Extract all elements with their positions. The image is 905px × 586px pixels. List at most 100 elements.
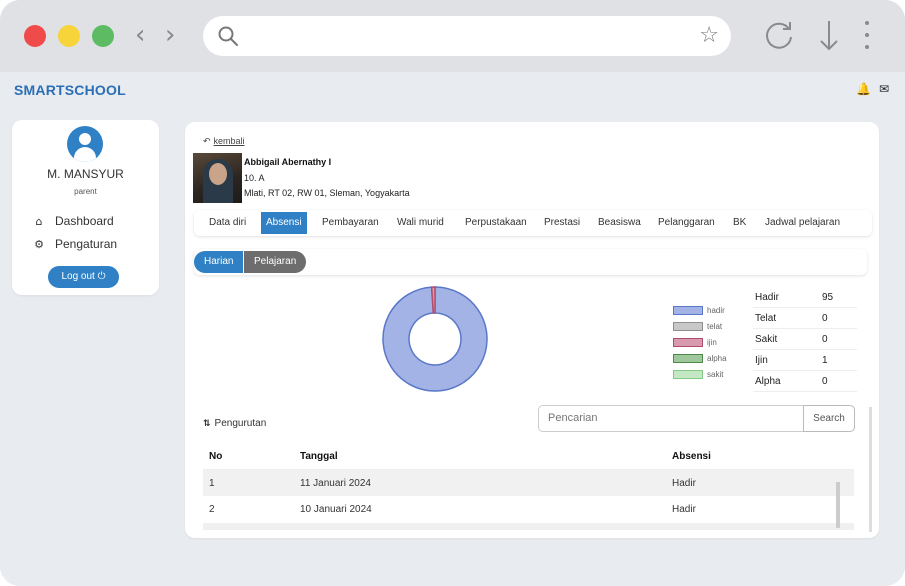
tab-absensi[interactable]: Absensi: [261, 212, 307, 234]
search-icon: [218, 26, 238, 46]
main-panel: ↶ kembali Abbigail Abernathy I 10. A Mlat…: [185, 122, 879, 538]
cell-no: 2: [209, 503, 215, 515]
cell-absensi: Hadir: [672, 503, 696, 515]
legend-swatch: [673, 305, 703, 315]
subtab-harian[interactable]: Harian: [194, 251, 244, 273]
maximize-window-button[interactable]: [92, 25, 114, 47]
legend-label: sakit: [707, 369, 724, 379]
sidebar-item-dashboard[interactable]: ⌂ Dashboard: [32, 214, 114, 228]
subtab-pelajaran[interactable]: Pelajaran: [244, 251, 307, 273]
cell-tanggal: 11 Januari 2024: [300, 477, 371, 489]
legend-swatch: [673, 353, 703, 363]
mail-icon[interactable]: ✉: [879, 82, 889, 96]
table-row[interactable]: 1 11 Januari 2024 Hadir: [203, 470, 854, 496]
forward-arrow-icon[interactable]: ›: [165, 22, 175, 48]
stat-label: Hadir: [755, 291, 779, 303]
tab-wali-murid[interactable]: Wali murid: [392, 212, 449, 234]
power-icon: ⏻: [97, 271, 106, 282]
student-class: 10. A: [244, 173, 265, 183]
cell-absensi: Hadir: [672, 477, 696, 489]
tab-perpustakaan[interactable]: Perpustakaan: [460, 212, 532, 234]
tab-bk[interactable]: BK: [728, 212, 751, 234]
stat-value: 0: [822, 333, 828, 345]
back-link[interactable]: ↶ kembali: [203, 136, 245, 147]
tab-bar: Data diri Absensi Pembayaran Wali murid …: [194, 210, 872, 236]
app-brand[interactable]: SMARTSCHOOL: [14, 82, 126, 98]
top-icons: 🔔 ✉: [848, 82, 889, 96]
cell-tanggal: 10 Januari 2024: [300, 503, 372, 515]
header-absensi[interactable]: Absensi: [672, 451, 852, 462]
minimize-window-button[interactable]: [58, 25, 80, 47]
legend-label: alpha: [707, 353, 727, 363]
user-name: M. MANSYUR: [47, 167, 124, 181]
student-name: Abbigail Abernathy I: [244, 157, 332, 167]
table-header: No Tanggal Absensi: [203, 444, 854, 470]
search-input[interactable]: Pencarian: [538, 405, 804, 432]
logout-label: Log out: [61, 271, 95, 282]
sidebar-item-label: Pengaturan: [55, 237, 118, 251]
stat-row-hadir: Hadir 95: [753, 287, 857, 308]
vertical-scrollbar[interactable]: [869, 407, 872, 532]
settings-icon: ⚙: [34, 237, 44, 251]
legend-item-ijin[interactable]: ijin: [673, 334, 727, 350]
search-button[interactable]: Search: [803, 405, 855, 432]
browser-window: ‹ › ☆ SMARTSCHOOL 🔔 ✉ M. MANSYUR parent …: [0, 0, 905, 586]
sidebar-item-label: Dashboard: [55, 214, 114, 228]
horizontal-scrollbar[interactable]: [203, 523, 854, 530]
legend-swatch: [673, 337, 703, 347]
header-tanggal[interactable]: Tanggal: [300, 451, 672, 462]
app-page: SMARTSCHOOL 🔔 ✉ M. MANSYUR parent ⌂ Dashb…: [0, 72, 905, 586]
bookmark-star-icon[interactable]: ☆: [699, 23, 719, 48]
attendance-stats-table: Hadir 95 Telat 0 Sakit 0 Ijin 1 Alpha 0: [753, 287, 857, 392]
user-role: parent: [74, 187, 97, 196]
tab-jadwal-pelajaran[interactable]: Jadwal pelajaran: [760, 212, 845, 234]
legend-item-telat[interactable]: telat: [673, 318, 727, 334]
tab-pelanggaran[interactable]: Pelanggaran: [653, 212, 720, 234]
stat-row-telat: Telat 0: [753, 308, 857, 329]
sidebar-item-pengaturan[interactable]: ⚙ Pengaturan: [32, 237, 117, 251]
table-row[interactable]: 2 10 Januari 2024 Hadir: [203, 496, 854, 522]
bell-icon[interactable]: 🔔: [856, 82, 871, 96]
stat-label: Sakit: [755, 333, 778, 345]
sort-label: Pengurutan: [214, 418, 267, 429]
stat-row-sakit: Sakit 0: [753, 329, 857, 350]
header-no[interactable]: No: [203, 451, 300, 462]
reload-icon[interactable]: [761, 18, 797, 54]
attendance-donut-chart: [382, 286, 488, 392]
avatar: [67, 126, 103, 162]
legend-item-hadir[interactable]: hadir: [673, 302, 727, 318]
table-scroll-thumb[interactable]: [836, 482, 840, 528]
tab-prestasi[interactable]: Prestasi: [539, 212, 585, 234]
attendance-table: No Tanggal Absensi 1 11 Januari 2024 Had…: [203, 444, 854, 522]
back-label: kembali: [213, 136, 245, 146]
back-arrow-icon[interactable]: ‹: [135, 22, 145, 48]
reply-arrow-icon: ↶: [203, 136, 211, 146]
address-bar[interactable]: ☆: [203, 16, 731, 56]
stat-row-ijin: Ijin 1: [753, 350, 857, 371]
legend-item-sakit[interactable]: sakit: [673, 366, 727, 382]
tab-pembayaran[interactable]: Pembayaran: [317, 212, 384, 234]
stat-label: Telat: [755, 312, 777, 324]
subtab-bar: Harian Pelajaran: [194, 249, 867, 275]
download-icon[interactable]: [817, 18, 841, 54]
more-menu-icon[interactable]: [862, 18, 872, 54]
stat-value: 0: [822, 375, 828, 387]
tab-data-diri[interactable]: Data diri: [204, 212, 251, 234]
legend-swatch: [673, 369, 703, 379]
student-photo: [193, 153, 242, 203]
legend-swatch: [673, 321, 703, 331]
close-window-button[interactable]: [24, 25, 46, 47]
tab-beasiswa[interactable]: Beasiswa: [593, 212, 646, 234]
legend-label: hadir: [707, 305, 725, 315]
legend-label: telat: [707, 321, 723, 331]
legend-label: ijin: [707, 337, 717, 347]
logout-button[interactable]: Log out ⏻: [48, 266, 119, 288]
stat-value: 95: [822, 291, 834, 303]
sort-button[interactable]: ⇅ Pengurutan: [203, 418, 266, 429]
sort-icon: ⇅: [203, 419, 211, 429]
chart-legend: hadir telat ijin alpha sakit: [673, 302, 727, 382]
home-icon: ⌂: [35, 214, 43, 228]
browser-toolbar: ‹ › ☆: [0, 0, 905, 72]
stat-label: Ijin: [755, 354, 768, 366]
legend-item-alpha[interactable]: alpha: [673, 350, 727, 366]
